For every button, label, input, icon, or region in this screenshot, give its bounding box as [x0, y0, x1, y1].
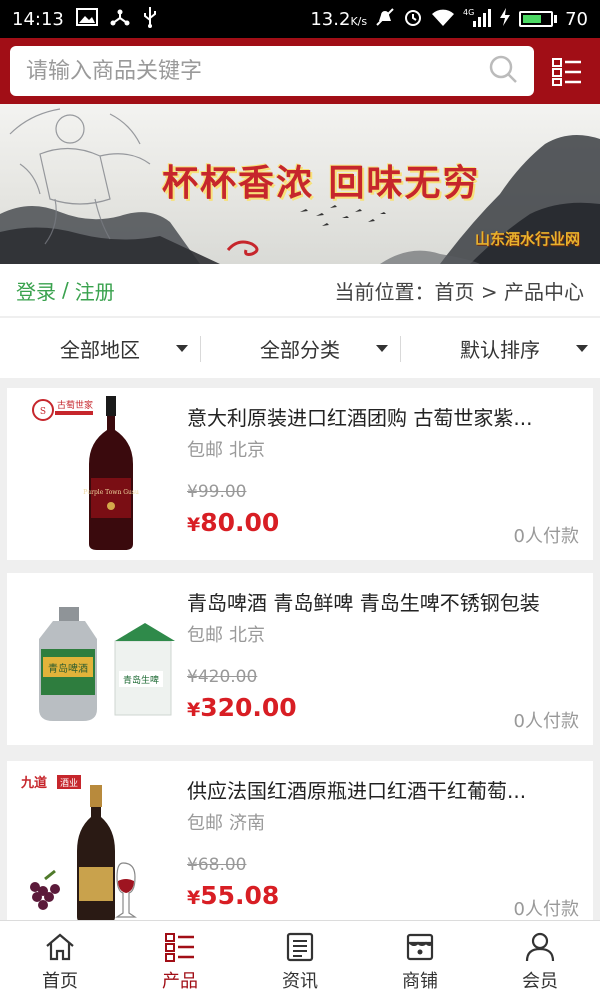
image-icon [75, 7, 98, 31]
wifi-icon [431, 8, 455, 31]
filter-category[interactable]: 全部分类 [200, 318, 400, 378]
filter-region[interactable]: 全部地区 [0, 318, 200, 378]
original-price: ¥99.00 [187, 482, 247, 502]
banner-slogan: 杯杯香浓 回味无穷 [162, 162, 481, 204]
svg-text:Purple Town Gusu: Purple Town Gusu [83, 489, 139, 496]
svg-text:青岛啤酒: 青岛啤酒 [48, 662, 88, 675]
product-title[interactable]: 青岛啤酒 青岛鲜啤 青岛生啤不锈钢包装 [187, 587, 583, 616]
caret-down-icon [376, 345, 388, 352]
alarm-icon [403, 7, 423, 32]
current-price: ¥80.00 [187, 508, 280, 537]
login-separator: / [62, 278, 69, 302]
filter-sort[interactable]: 默认排序 [400, 318, 600, 378]
tab-label: 资讯 [282, 971, 318, 992]
usb-icon [142, 6, 158, 33]
product-list[interactable]: S 古萄世家 Purple Town Gusu 意大利原装进口红酒团购 古萄世家… [0, 388, 600, 920]
current-price: ¥320.00 [187, 693, 297, 722]
tab-shops[interactable]: 商铺 [360, 921, 480, 1000]
filter-bar: 全部地区 全部分类 默认排序 [0, 318, 600, 378]
product-image[interactable]: S 古萄世家 Purple Town Gusu [15, 394, 175, 554]
banner-site-name: 山东酒水行业网 [474, 230, 580, 248]
product-location: 包邮 北京 [187, 625, 265, 646]
product-location: 包邮 济南 [187, 813, 265, 834]
tab-label: 首页 [42, 971, 78, 992]
signal-icon: 4G [463, 7, 492, 32]
bottom-tab-bar: 首页 产品 资讯 商铺 会员 [0, 920, 600, 1000]
home-icon [46, 933, 74, 961]
filter-label: 默认排序 [460, 337, 540, 362]
search-icon[interactable] [488, 54, 518, 88]
status-bar: 14:13 13.2K/s 4G 70 [0, 0, 600, 38]
search-box[interactable] [10, 46, 534, 96]
search-input[interactable] [26, 58, 488, 84]
share-icon [110, 7, 130, 32]
battery-icon [519, 11, 558, 27]
news-icon [286, 932, 314, 962]
svg-text:4G: 4G [463, 8, 474, 17]
product-card[interactable]: 青岛生啤 青岛啤酒 青岛啤酒 青岛鲜啤 青岛生啤不锈钢包装 包邮 北京 ¥420.… [7, 573, 593, 745]
category-menu-button[interactable] [552, 58, 582, 86]
info-row: 登录 / 注册 当前位置：首页 > 产品中心 [0, 264, 600, 316]
svg-text:古萄世家: 古萄世家 [57, 399, 93, 411]
product-title[interactable]: 供应法国红酒原瓶进口红酒干红葡萄... [187, 775, 583, 804]
current-price: ¥55.08 [187, 881, 280, 910]
mute-icon [375, 7, 395, 32]
breadcrumb: 当前位置：首页 > 产品中心 [334, 279, 584, 304]
tab-news[interactable]: 资讯 [240, 921, 360, 1000]
shop-icon [406, 933, 434, 961]
charging-icon [499, 7, 511, 32]
original-price: ¥68.00 [187, 855, 247, 875]
original-price: ¥420.00 [187, 667, 258, 687]
search-header [0, 38, 600, 104]
product-image[interactable]: 青岛生啤 青岛啤酒 [15, 579, 175, 739]
product-image[interactable]: 九道 酒业 [15, 767, 175, 920]
tab-label: 商铺 [402, 971, 438, 992]
payment-count: 0人付款 [513, 526, 579, 547]
list-icon [165, 933, 194, 962]
tab-label: 会员 [522, 971, 558, 992]
menu-icon [552, 58, 581, 86]
filter-label: 全部分类 [260, 337, 340, 362]
product-title[interactable]: 意大利原装进口红酒团购 古萄世家紫... [187, 402, 583, 431]
payment-count: 0人付款 [513, 711, 579, 732]
svg-text:青岛生啤: 青岛生啤 [123, 674, 159, 686]
product-card[interactable]: 九道 酒业 供应法国红酒原瓶进口红酒干红葡萄... 包邮 济南 ¥68.00 ¥5… [7, 761, 593, 920]
battery-percent: 70 [565, 8, 588, 30]
tab-home[interactable]: 首页 [0, 921, 120, 1000]
product-card[interactable]: S 古萄世家 Purple Town Gusu 意大利原装进口红酒团购 古萄世家… [7, 388, 593, 560]
product-location: 包邮 北京 [187, 440, 265, 461]
status-time: 14:13 [12, 8, 64, 30]
network-speed: 13.2K/s [310, 8, 368, 30]
payment-count: 0人付款 [513, 899, 579, 920]
user-icon [525, 932, 555, 962]
svg-text:酒业: 酒业 [60, 778, 78, 789]
tab-member[interactable]: 会员 [480, 921, 600, 1000]
register-link[interactable]: 注册 [75, 276, 115, 305]
caret-down-icon [576, 345, 588, 352]
promo-banner[interactable]: 杯杯香浓 回味无穷 山东酒水行业网 [0, 104, 600, 264]
login-link[interactable]: 登录 [16, 276, 56, 305]
filter-label: 全部地区 [60, 337, 140, 362]
caret-down-icon [176, 345, 188, 352]
tab-label: 产品 [162, 971, 198, 992]
tab-products[interactable]: 产品 [120, 921, 240, 1000]
svg-text:九道: 九道 [20, 775, 47, 791]
svg-text:S: S [40, 407, 46, 417]
